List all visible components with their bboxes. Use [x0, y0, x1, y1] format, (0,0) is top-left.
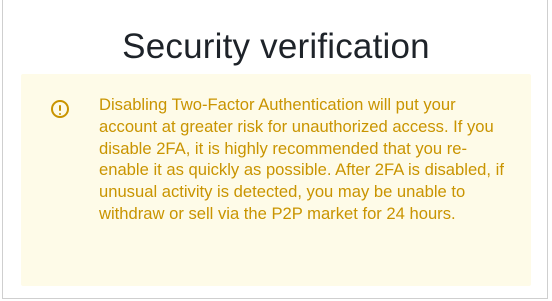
security-verification-dialog: Security verification Disabling Two-Fact… — [2, 0, 548, 299]
dialog-title: Security verification — [122, 27, 430, 66]
exclamation-circle-icon — [51, 100, 69, 118]
warning-message: Disabling Two-Factor Authentication will… — [99, 95, 504, 223]
warning-notice: Disabling Two-Factor Authentication will… — [21, 74, 531, 286]
